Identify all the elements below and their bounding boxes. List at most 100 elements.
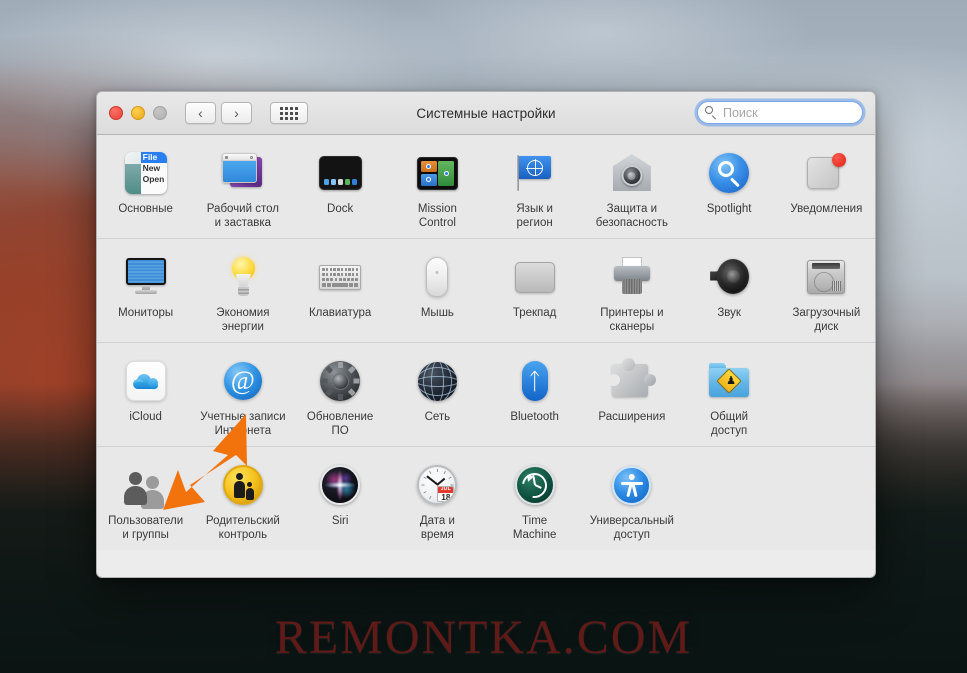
pane-row-4: Пользователи и группы Родительский контр… xyxy=(97,447,875,550)
calendar-day: 18 xyxy=(441,492,451,502)
pane-row-3: iCloud @ Учетные записи Интернета Обновл… xyxy=(97,343,875,447)
pane-label: Сеть xyxy=(424,411,451,423)
pane-bluetooth[interactable]: ᛏ Bluetooth xyxy=(486,353,583,438)
mouse-icon xyxy=(413,253,461,301)
chevron-left-icon: ‹ xyxy=(198,105,203,121)
pane-label: Уведомления xyxy=(790,203,863,215)
notifications-icon xyxy=(802,149,850,197)
pane-parental-controls[interactable]: Родительский контроль xyxy=(194,457,291,542)
pane-keyboard[interactable]: Клавиатура xyxy=(292,249,389,334)
pane-mouse[interactable]: Мышь xyxy=(389,249,486,334)
software-update-icon xyxy=(316,357,364,405)
pane-displays[interactable]: Мониторы xyxy=(97,249,194,334)
toolbar-navigation: ‹ › xyxy=(185,102,308,124)
search-input[interactable] xyxy=(721,104,855,121)
pane-label: Язык и регион xyxy=(516,203,553,229)
pane-icloud[interactable]: iCloud xyxy=(97,353,194,438)
pane-time-machine[interactable]: Time Machine xyxy=(486,457,583,542)
pane-label: Универсальный доступ xyxy=(589,515,674,541)
pane-sharing[interactable]: ♟ Общий доступ xyxy=(681,353,778,438)
users-groups-icon xyxy=(122,461,170,509)
pane-label: Time Machine xyxy=(512,515,557,541)
pane-spotlight[interactable]: Spotlight xyxy=(681,145,778,230)
pane-label: Основные xyxy=(118,203,173,215)
close-button[interactable] xyxy=(109,106,123,120)
pane-row-1: File New Open Основные Рабочий стол и за… xyxy=(97,135,875,239)
parental-controls-icon xyxy=(219,461,267,509)
search-field[interactable] xyxy=(697,101,863,124)
pane-energy-saver[interactable]: Экономия энергии xyxy=(194,249,291,334)
forward-button[interactable]: › xyxy=(221,102,252,124)
pane-language-region[interactable]: Язык и регион xyxy=(486,145,583,230)
startup-disk-icon xyxy=(802,253,850,301)
displays-icon xyxy=(122,253,170,301)
pane-empty-slot xyxy=(778,457,875,542)
pane-printers-scanners[interactable]: Принтеры и сканеры xyxy=(583,249,680,334)
window-controls xyxy=(109,106,167,120)
energy-saver-icon xyxy=(219,253,267,301)
search-icon xyxy=(705,106,718,119)
back-button[interactable]: ‹ xyxy=(185,102,216,124)
pane-startup-disk[interactable]: Загрузочный диск xyxy=(778,249,875,334)
pane-label: iCloud xyxy=(129,411,162,423)
pane-mission-control[interactable]: Mission Control xyxy=(389,145,486,230)
trackpad-icon xyxy=(511,253,559,301)
general-icon: File New Open xyxy=(122,149,170,197)
pane-label: Mission Control xyxy=(417,203,457,229)
pane-sound[interactable]: Звук xyxy=(681,249,778,334)
bluetooth-icon: ᛏ xyxy=(511,357,559,405)
pane-label: Мышь xyxy=(420,307,454,319)
pane-extensions[interactable]: Расширения xyxy=(583,353,680,438)
pane-label: Общий доступ xyxy=(710,411,749,437)
accessibility-icon xyxy=(608,461,656,509)
icloud-icon xyxy=(122,357,170,405)
pane-network[interactable]: Сеть xyxy=(389,353,486,438)
pane-users-groups[interactable]: Пользователи и группы xyxy=(97,457,194,542)
pane-label: Экономия энергии xyxy=(216,307,270,333)
pane-trackpad[interactable]: Трекпад xyxy=(486,249,583,334)
pane-accessibility[interactable]: Универсальный доступ xyxy=(583,457,680,542)
spotlight-icon xyxy=(705,149,753,197)
pane-label: Загрузочный диск xyxy=(792,307,861,333)
pane-label: Принтеры и сканеры xyxy=(600,307,664,333)
minimize-button[interactable] xyxy=(131,106,145,120)
general-menu-line3: Open xyxy=(142,174,165,184)
pane-label: Обновление ПО xyxy=(306,411,374,437)
pane-label: Рабочий стол и заставка xyxy=(206,203,279,229)
pane-software-update[interactable]: Обновление ПО xyxy=(292,353,389,438)
pane-security-privacy[interactable]: Защита и безопасность xyxy=(583,145,680,230)
general-menu-line2: New xyxy=(142,163,161,173)
language-region-icon xyxy=(511,149,559,197)
grid-dots-icon xyxy=(280,106,298,120)
pane-label: Клавиатура xyxy=(308,307,372,319)
internet-accounts-icon: @ xyxy=(219,357,267,405)
window-titlebar: ‹ › Системные настройки xyxy=(97,92,875,135)
zoom-button[interactable] xyxy=(153,106,167,120)
pane-dock[interactable]: Dock xyxy=(292,145,389,230)
pane-empty-slot xyxy=(778,353,875,438)
pane-label: Родительский контроль xyxy=(205,515,280,541)
network-icon xyxy=(413,357,461,405)
security-privacy-icon xyxy=(608,149,656,197)
preference-panes-grid: File New Open Основные Рабочий стол и за… xyxy=(97,135,875,550)
pane-label: Dock xyxy=(327,203,354,215)
pane-label: Защита и безопасность xyxy=(595,203,669,229)
pane-label: Siri xyxy=(331,515,349,527)
pane-internet-accounts[interactable]: @ Учетные записи Интернета xyxy=(194,353,291,438)
pane-row-2: Мониторы Экономия энергии Клавиатура Мыш… xyxy=(97,239,875,343)
pane-label: Расширения xyxy=(598,411,666,423)
pane-label: Пользователи и группы xyxy=(108,515,184,541)
date-time-icon: JUL 18 xyxy=(413,461,461,509)
pane-date-time[interactable]: JUL 18 Дата и время xyxy=(389,457,486,542)
mission-control-icon xyxy=(413,149,461,197)
pane-general[interactable]: File New Open Основные xyxy=(97,145,194,230)
printers-scanners-icon xyxy=(608,253,656,301)
pane-desktop-screensaver[interactable]: Рабочий стол и заставка xyxy=(194,145,291,230)
show-all-button[interactable] xyxy=(270,102,308,124)
dock-icon xyxy=(316,149,364,197)
pane-notifications[interactable]: Уведомления xyxy=(778,145,875,230)
desktop-screensaver-icon xyxy=(219,149,267,197)
pane-label: Дата и время xyxy=(419,515,455,541)
site-watermark: REMONTKA.COM xyxy=(274,611,693,664)
pane-siri[interactable]: Siri xyxy=(292,457,389,542)
